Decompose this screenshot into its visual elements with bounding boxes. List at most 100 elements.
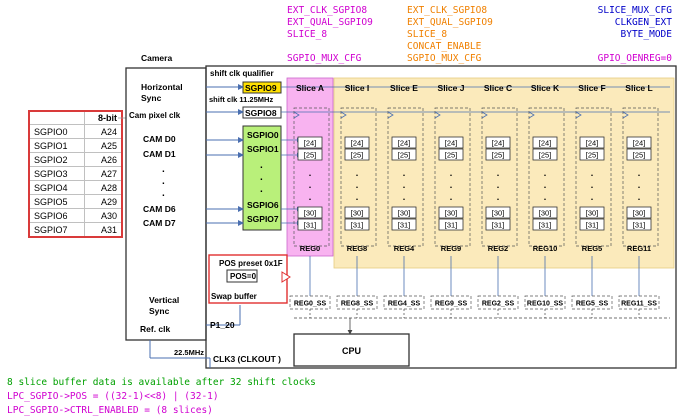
ellipsis-dot: . xyxy=(544,180,547,190)
reg-label: REG0 xyxy=(300,244,320,253)
reg-label: REG10 xyxy=(533,244,558,253)
bit-label: [24] xyxy=(586,139,599,148)
bit-label: [24] xyxy=(633,139,646,148)
swap-buffer-label: Swap buffer xyxy=(211,292,257,301)
sgpio9-label: SGPIO9 xyxy=(245,83,277,93)
sgpio0-label: SGPIO0 xyxy=(247,130,279,140)
slice-label: Slice L xyxy=(625,83,652,93)
svg-text:.: . xyxy=(162,176,165,187)
sgpio7-label: SGPIO7 xyxy=(247,214,279,224)
pos-preset-label: POS preset 0x1F xyxy=(219,259,283,268)
cpu-label: CPU xyxy=(342,346,361,356)
ss-label: REG4_SS xyxy=(388,301,421,308)
bit-label: [31] xyxy=(633,221,646,230)
bit-label: [31] xyxy=(304,221,317,230)
ellipsis-dot: . xyxy=(309,168,312,178)
svg-text:.: . xyxy=(162,188,165,199)
ss-label: REG0_SS xyxy=(294,301,327,308)
slice-label: Slice K xyxy=(531,83,560,93)
sgpio8-label: SGPIO8 xyxy=(245,108,277,118)
ellipsis-dot: . xyxy=(309,192,312,202)
ellipsis-dot: . xyxy=(309,180,312,190)
ellipsis-dot: . xyxy=(497,192,500,202)
ellipsis-dot: . xyxy=(450,192,453,202)
bit-label: [30] xyxy=(492,209,505,218)
ellipsis-dot: . xyxy=(450,168,453,178)
svg-text:.: . xyxy=(162,164,165,175)
ref-clk-label: Ref. clk xyxy=(140,324,171,334)
bit-label: [25] xyxy=(492,151,505,160)
slice-label: Slice E xyxy=(390,83,418,93)
ellipsis-dot: . xyxy=(497,168,500,178)
vsync-line-1: Vertical xyxy=(149,295,179,305)
reg-label: REG5 xyxy=(582,244,602,253)
reg-label: REG2 xyxy=(488,244,508,253)
bit-label: [30] xyxy=(633,209,646,218)
ellipsis-dot: . xyxy=(591,180,594,190)
bit-label: [25] xyxy=(351,151,364,160)
slice-label: Slice A xyxy=(296,83,324,93)
bit-label: [30] xyxy=(398,209,411,218)
ellipsis-dot: . xyxy=(638,180,641,190)
hsync-line-2: Sync xyxy=(141,93,162,103)
slice-label: Slice J xyxy=(438,83,465,93)
clk3-label: CLK3 (CLKOUT ) xyxy=(213,354,281,364)
ss-label: REG8_SS xyxy=(341,301,374,308)
ellipsis-dot: . xyxy=(544,192,547,202)
svg-text:.: . xyxy=(260,172,263,183)
qualifier-title: shift clk qualifier xyxy=(210,69,274,78)
ss-label: REG11_SS xyxy=(621,301,657,308)
bit-label: [31] xyxy=(492,221,505,230)
ss-label: REG9_SS xyxy=(435,301,468,308)
bit-label: [25] xyxy=(398,151,411,160)
bit-label: [30] xyxy=(586,209,599,218)
ellipsis-dot: . xyxy=(544,168,547,178)
bit-label: [31] xyxy=(398,221,411,230)
bit-label: [24] xyxy=(304,139,317,148)
cam-d1-label: CAM D1 xyxy=(143,149,176,159)
reg-label: REG9 xyxy=(441,244,461,253)
p1-20-label: P1_20 xyxy=(210,320,235,330)
bit-label: [25] xyxy=(633,151,646,160)
freq-label: 22.5MHz xyxy=(174,348,204,357)
footer-line-2: LPC_SGPIO->POS = ((32-1)<<8) | (32-1) xyxy=(7,391,219,402)
bit-label: [31] xyxy=(586,221,599,230)
ellipsis-dot: . xyxy=(356,168,359,178)
bit-label: [30] xyxy=(539,209,552,218)
bit-label: [31] xyxy=(445,221,458,230)
bit-label: [30] xyxy=(304,209,317,218)
footer-line-3: LPC_SGPIO->CTRL_ENABLED = (8 slices) xyxy=(7,405,213,416)
sgpio6-label: SGPIO6 xyxy=(247,200,279,210)
ss-label: REG2_SS xyxy=(482,301,515,308)
ellipsis-dot: . xyxy=(450,180,453,190)
ellipsis-dot: . xyxy=(638,192,641,202)
bit-label: [31] xyxy=(539,221,552,230)
sgpio1-label: SGPIO1 xyxy=(247,144,279,154)
sgpio-diagram: Slice A [24] [25] [30] [31]... REG0 REG0_SS Sli… xyxy=(118,53,677,369)
bit-label: [24] xyxy=(492,139,505,148)
bit-label: [30] xyxy=(445,209,458,218)
bit-label: [30] xyxy=(351,209,364,218)
vsync-line-2: Sync xyxy=(149,306,170,316)
cam-d0-label: CAM D0 xyxy=(143,134,176,144)
ss-label: REG10_SS xyxy=(527,301,564,308)
cam-d6-label: CAM D6 xyxy=(143,204,176,214)
svg-text:.: . xyxy=(260,160,263,171)
pixel-clk-label: Cam pixel clk xyxy=(129,111,181,120)
reg-label: REG11 xyxy=(627,244,651,253)
ellipsis-dot: . xyxy=(403,180,406,190)
cam-d7-label: CAM D7 xyxy=(143,218,176,228)
bit-label: [24] xyxy=(445,139,458,148)
slice-label: Slice C xyxy=(484,83,512,93)
ellipsis-dot: . xyxy=(497,180,500,190)
footer-line-1: 8 slice buffer data is available after 3… xyxy=(7,377,316,388)
reg-label: REG4 xyxy=(394,244,415,253)
svg-text:.: . xyxy=(260,184,263,195)
camera-title: Camera xyxy=(141,53,172,63)
ss-label: REG5_SS xyxy=(576,301,609,308)
bit-label: [24] xyxy=(351,139,364,148)
ellipsis-dot: . xyxy=(403,192,406,202)
slice-label: Slice F xyxy=(578,83,605,93)
hsync-line-1: Horizontal xyxy=(141,82,183,92)
bit-label: [25] xyxy=(586,151,599,160)
